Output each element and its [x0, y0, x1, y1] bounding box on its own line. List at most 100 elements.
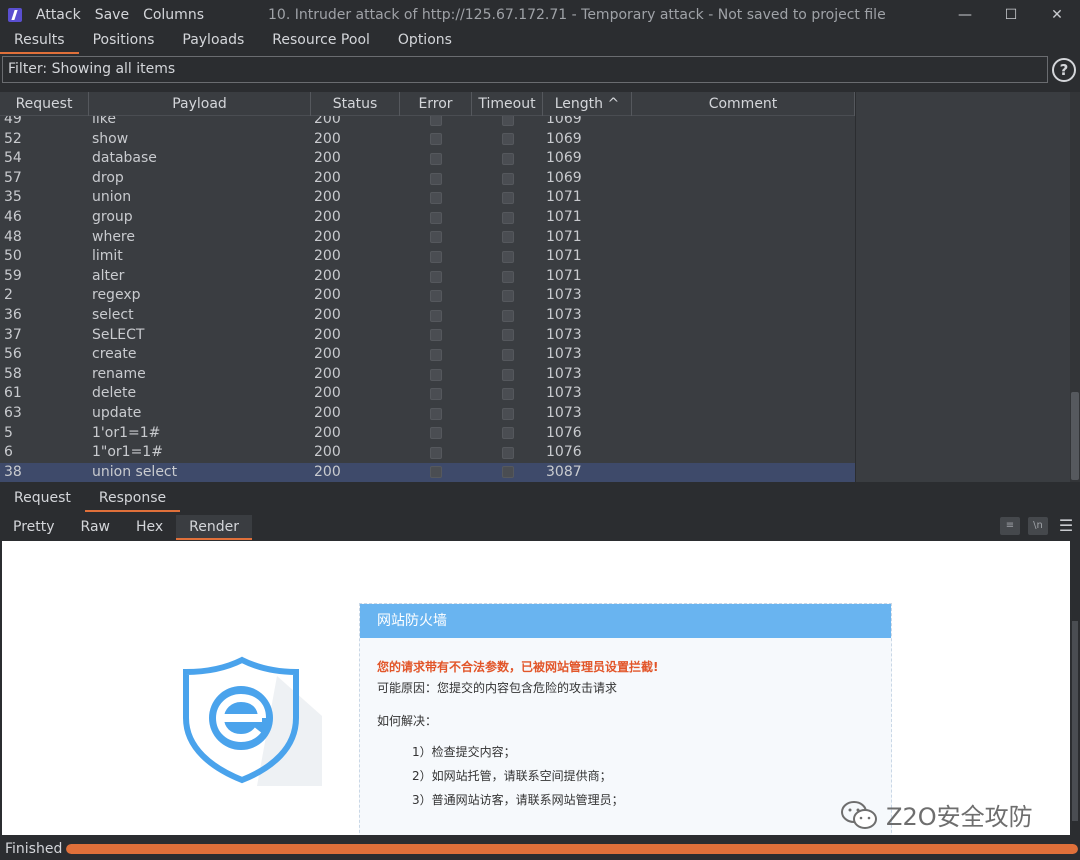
timeout-checkbox	[501, 231, 514, 244]
cell-timeout	[472, 188, 543, 208]
table-scrollbar[interactable]	[1070, 92, 1080, 482]
tab-options[interactable]: Options	[384, 30, 466, 54]
menu-save[interactable]: Save	[95, 7, 129, 23]
timeout-checkbox	[501, 329, 514, 342]
cell-status: 200	[314, 444, 341, 461]
render-scroll-thumb[interactable]	[1072, 621, 1078, 821]
table-row[interactable]: 38 union select 200 3087	[0, 462, 855, 482]
cell-timeout	[472, 169, 543, 189]
col-payload[interactable]: Payload	[89, 92, 311, 116]
menu-icon[interactable]: ☰	[1056, 517, 1076, 535]
cell-timeout	[472, 326, 543, 346]
table-row[interactable]: 63 update 200 1073	[0, 404, 855, 424]
col-timeout[interactable]: Timeout	[472, 92, 543, 116]
cell-payload: select	[92, 306, 134, 323]
table-row[interactable]: 6 1"or1=1# 200 1076	[0, 443, 855, 463]
timeout-checkbox	[501, 133, 514, 146]
tab-render[interactable]: Render	[176, 515, 253, 540]
tab-request[interactable]: Request	[0, 488, 85, 512]
cell-payload: alter	[92, 267, 125, 284]
cell-payload: update	[92, 404, 142, 421]
cell-timeout	[472, 247, 543, 267]
error-checkbox	[430, 270, 442, 283]
cell-comment	[632, 228, 855, 248]
error-checkbox	[430, 309, 442, 322]
cell-error	[400, 208, 472, 228]
tab-pretty[interactable]: Pretty	[0, 515, 68, 540]
cell-length: 1073	[546, 365, 582, 382]
help-icon[interactable]: ?	[1052, 58, 1076, 82]
cell-request: 56	[4, 346, 22, 363]
tab-raw[interactable]: Raw	[68, 515, 123, 540]
timeout-checkbox	[501, 466, 514, 479]
progress-fill	[66, 844, 1078, 854]
col-error[interactable]: Error	[400, 92, 472, 116]
col-request[interactable]: Request	[0, 92, 89, 116]
table-row[interactable]: 52 show 200 1069	[0, 130, 855, 150]
tab-positions[interactable]: Positions	[79, 30, 169, 54]
cell-comment	[632, 130, 855, 150]
table-row[interactable]: 35 union 200 1071	[0, 188, 855, 208]
table-row[interactable]: 50 limit 200 1071	[0, 247, 855, 267]
table-row[interactable]: 59 alter 200 1071	[0, 267, 855, 287]
cell-request: 38	[4, 463, 22, 480]
cell-comment	[632, 267, 855, 287]
tab-results[interactable]: Results	[0, 30, 79, 54]
cell-length: 1071	[546, 248, 582, 265]
cell-status: 200	[314, 463, 341, 480]
menu-columns[interactable]: Columns	[143, 7, 204, 23]
table-row[interactable]: 2 regexp 200 1073	[0, 286, 855, 306]
tab-hex[interactable]: Hex	[123, 515, 176, 540]
table-row[interactable]: 36 select 200 1073	[0, 306, 855, 326]
cell-error	[400, 345, 472, 365]
timeout-checkbox	[501, 290, 514, 303]
timeout-checkbox	[501, 446, 514, 459]
error-checkbox	[430, 466, 442, 479]
cell-comment	[632, 404, 855, 424]
cell-status: 200	[314, 267, 341, 284]
error-checkbox	[430, 348, 442, 361]
timeout-checkbox	[501, 368, 514, 381]
maximize-icon[interactable]: ☐	[988, 0, 1034, 30]
wechat-icon	[841, 800, 877, 829]
table-row[interactable]: 46 group 200 1071	[0, 208, 855, 228]
cell-status: 200	[314, 404, 341, 421]
table-row[interactable]: 37 SeLECT 200 1073	[0, 326, 855, 346]
filter-bar[interactable]: Filter: Showing all items	[2, 56, 1048, 83]
cell-comment	[632, 345, 855, 365]
table-row[interactable]: 61 delete 200 1073	[0, 384, 855, 404]
cell-length: 1073	[546, 385, 582, 402]
table-scroll-thumb[interactable]	[1071, 392, 1079, 480]
tab-payloads[interactable]: Payloads	[168, 30, 258, 54]
table-row[interactable]: 48 where 200 1071	[0, 228, 855, 248]
tab-resource-pool[interactable]: Resource Pool	[258, 30, 384, 54]
burp-app-icon	[8, 8, 22, 22]
cell-status: 200	[314, 306, 341, 323]
timeout-checkbox	[501, 388, 514, 401]
table-row[interactable]: 5 1'or1=1# 200 1076	[0, 424, 855, 444]
newline-icon[interactable]: \n	[1028, 517, 1048, 535]
col-status[interactable]: Status	[311, 92, 400, 116]
table-row[interactable]: 57 drop 200 1069	[0, 169, 855, 189]
col-comment[interactable]: Comment	[632, 92, 855, 116]
error-checkbox	[430, 192, 442, 205]
table-row[interactable]: 54 database 200 1069	[0, 149, 855, 169]
close-icon[interactable]: ✕	[1034, 0, 1080, 30]
minimize-icon[interactable]: —	[942, 0, 988, 30]
cell-error	[400, 149, 472, 169]
table-row[interactable]: 56 create 200 1073	[0, 345, 855, 365]
menu-attack[interactable]: Attack	[36, 7, 81, 23]
cell-comment	[632, 384, 855, 404]
watermark: Z2O安全攻防	[840, 797, 1033, 832]
cell-error	[400, 326, 472, 346]
tab-response[interactable]: Response	[84, 488, 181, 512]
render-scrollbar[interactable]	[1070, 541, 1080, 835]
error-checkbox	[430, 231, 442, 244]
cell-payload: 1'or1=1#	[92, 424, 161, 441]
col-length[interactable]: Length ^	[543, 92, 632, 116]
cell-payload: database	[92, 150, 157, 167]
cell-error	[400, 463, 472, 482]
cell-request: 50	[4, 248, 22, 265]
wrap-lines-icon[interactable]: ≡	[1000, 517, 1020, 535]
table-row[interactable]: 58 rename 200 1073	[0, 365, 855, 385]
